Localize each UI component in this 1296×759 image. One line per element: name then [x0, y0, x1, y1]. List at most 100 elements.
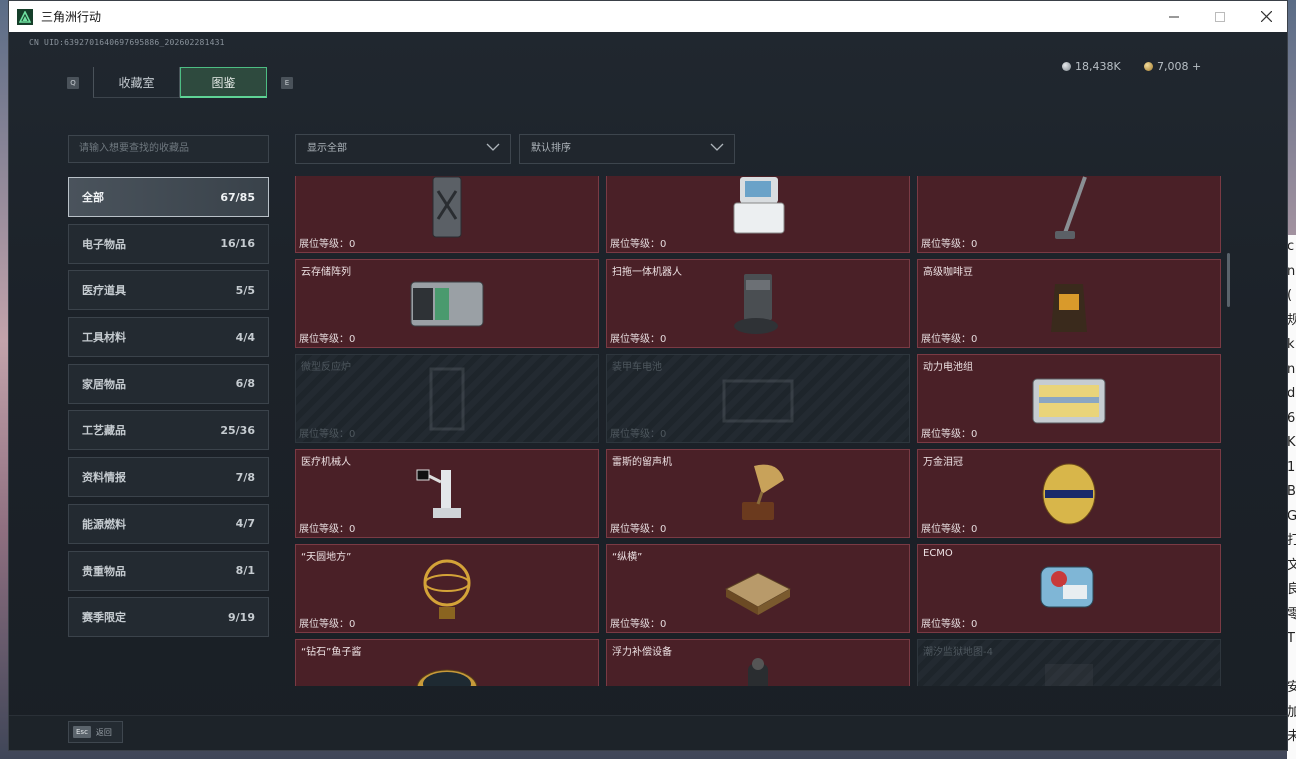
item-name: “天圆地方”: [301, 552, 352, 563]
category-item[interactable]: 医疗道具 5/5: [68, 270, 269, 311]
category-item[interactable]: 能源燃料 4/7: [68, 503, 269, 544]
tab-prev-key-hint[interactable]: Q: [67, 77, 79, 89]
category-item[interactable]: 工具材料 4/4: [68, 317, 269, 358]
collection-item-card[interactable]: 动力电池组展位等级：0: [917, 354, 1221, 443]
item-name: 潮汐监狱地图-4: [923, 647, 993, 658]
title-bar: 三角洲行动: [9, 1, 1287, 32]
category-count: 5/5: [235, 283, 255, 297]
vacuum-icon: [1055, 176, 1087, 239]
collection-item-card[interactable]: 万金泪冠 展位等级：0: [917, 449, 1221, 538]
item-level: 展位等级：0: [299, 619, 356, 630]
minimize-button[interactable]: [1151, 1, 1197, 32]
collection-item-card[interactable]: 云存储阵列展位等级：0: [295, 259, 599, 348]
silver-amount: 18,438K: [1075, 60, 1121, 73]
category-item[interactable]: 工艺藏品 25/36: [68, 410, 269, 451]
collection-item-card[interactable]: 装甲车电池 展位等级：0: [606, 354, 910, 443]
item-level: 展位等级：0: [299, 334, 356, 345]
chevron-down-icon: [710, 143, 724, 151]
storage-array-icon: [410, 281, 484, 327]
app-logo-icon: [17, 8, 33, 25]
item-level: 展位等级：0: [299, 239, 356, 250]
chessboard-icon: [724, 572, 792, 615]
background-document: c n(规 k n d 6 K 1 B G 打文良零 T 安加未: [1287, 235, 1296, 759]
collection-item-card[interactable]: 扫拖一体机器人 展位等级：0: [606, 259, 910, 348]
category-name: 资料情报: [82, 471, 126, 485]
collection-item-card[interactable]: 微型反应炉 展位等级：0: [295, 354, 599, 443]
collection-item-card[interactable]: 医疗机械人 展位等级：0: [295, 449, 599, 538]
silver-currency: 18,438K: [1062, 60, 1121, 73]
category-count: 16/16: [220, 237, 255, 251]
category-count: 67/85: [220, 190, 255, 204]
category-item[interactable]: 家居物品 6/8: [68, 363, 269, 404]
item-name: 高级咖啡豆: [923, 267, 973, 278]
category-list: 全部 67/85 电子物品 16/16 医疗道具 5/5 工具材料 4/4 家居物品 6/8 工艺藏…: [68, 177, 269, 644]
item-name: 万金泪冠: [923, 457, 963, 468]
item-level: 展位等级：0: [921, 334, 978, 345]
ecmo-icon: [1040, 566, 1094, 608]
item-level: 展位等级：0: [921, 239, 978, 250]
category-count: 4/7: [235, 517, 255, 531]
caviar-icon: [416, 669, 478, 686]
tab-catalog[interactable]: 图鉴: [180, 67, 267, 98]
tab-collection-room[interactable]: 收藏室: [93, 67, 180, 98]
maximize-button[interactable]: [1197, 1, 1243, 32]
battery-pack-icon: [1032, 378, 1106, 424]
close-button[interactable]: [1243, 1, 1287, 32]
jewel-egg-icon: [1042, 463, 1096, 525]
category-name: 医疗道具: [82, 284, 126, 298]
collection-item-card[interactable]: 雷斯的留声机 展位等级：0: [606, 449, 910, 538]
collection-item-card[interactable]: 浮力补偿设备展位等级：0: [606, 639, 910, 686]
category-name: 工艺藏品: [82, 424, 126, 438]
collection-item-card[interactable]: “钻石”鱼子酱展位等级：0: [295, 639, 599, 686]
category-count: 7/8: [235, 470, 255, 484]
category-count: 8/1: [235, 564, 255, 577]
category-item[interactable]: 电子物品 16/16: [68, 223, 269, 264]
collection-item-card[interactable]: 展位等级：0: [606, 176, 910, 253]
search-input[interactable]: 请输入想要查找的收藏品: [68, 135, 269, 163]
filter-dropdown[interactable]: 显示全部: [295, 134, 511, 164]
collection-item-card[interactable]: 潮汐监狱地图-4展位等级：0: [917, 639, 1221, 686]
category-item[interactable]: 贵重物品 8/1: [68, 550, 269, 591]
category-item[interactable]: 全部 67/85: [68, 177, 269, 217]
category-item[interactable]: 赛季限定 9/19: [68, 597, 269, 638]
collection-page: CN UID:6392701640697695886_202602281431 …: [9, 32, 1287, 750]
item-name: 微型反应炉: [301, 362, 351, 373]
category-count: 9/19: [228, 610, 255, 624]
category-item[interactable]: 资料情报 7/8: [68, 457, 269, 498]
uid-label: CN UID:6392701640697695886_202602281431: [29, 38, 225, 47]
item-name: “钻石”鱼子酱: [301, 647, 362, 658]
bcd-icon: [748, 658, 768, 686]
reactor-icon: [429, 367, 465, 431]
item-level: 展位等级：0: [921, 619, 978, 630]
sort-dropdown-value: 默认排序: [531, 143, 571, 154]
app-window: 三角洲行动 CN UID:6392701640697695886_2026022…: [8, 0, 1288, 751]
gold-currency[interactable]: 7,008 +: [1144, 60, 1201, 73]
item-name: 动力电池组: [923, 362, 973, 373]
category-name: 贵重物品: [82, 564, 126, 578]
category-name: 电子物品: [82, 237, 126, 251]
grid-scrollbar[interactable]: [1227, 253, 1230, 307]
collection-item-card[interactable]: 展位等级：0: [295, 176, 599, 253]
item-level: 展位等级：0: [921, 429, 978, 440]
item-name: 医疗机械人: [301, 457, 351, 468]
item-level: 展位等级：0: [610, 239, 667, 250]
collection-item-card[interactable]: 高级咖啡豆展位等级：0: [917, 259, 1221, 348]
back-button[interactable]: Esc 返回: [68, 721, 123, 743]
collection-item-card[interactable]: ECMO 展位等级：0: [917, 544, 1221, 633]
collection-item-card[interactable]: “天圆地方” 展位等级：0: [295, 544, 599, 633]
item-name: 云存储阵列: [301, 267, 351, 278]
item-name: ECMO: [923, 548, 953, 559]
battery-icon: [722, 379, 794, 423]
tab-next-key-hint[interactable]: E: [281, 77, 293, 89]
map-icon: [1045, 664, 1093, 686]
filter-dropdown-value: 显示全部: [307, 143, 347, 154]
collection-item-card[interactable]: 展位等级：0: [917, 176, 1221, 253]
category-count: 4/4: [235, 330, 255, 344]
item-level: 展位等级：0: [610, 619, 667, 630]
item-name: 雷斯的留声机: [612, 457, 672, 468]
sort-dropdown[interactable]: 默认排序: [519, 134, 735, 164]
server-monitor-icon: [733, 177, 785, 234]
gold-coin-icon: [1144, 62, 1153, 71]
collection-item-card[interactable]: “纵横” 展位等级：0: [606, 544, 910, 633]
item-name: “纵横”: [612, 552, 643, 563]
